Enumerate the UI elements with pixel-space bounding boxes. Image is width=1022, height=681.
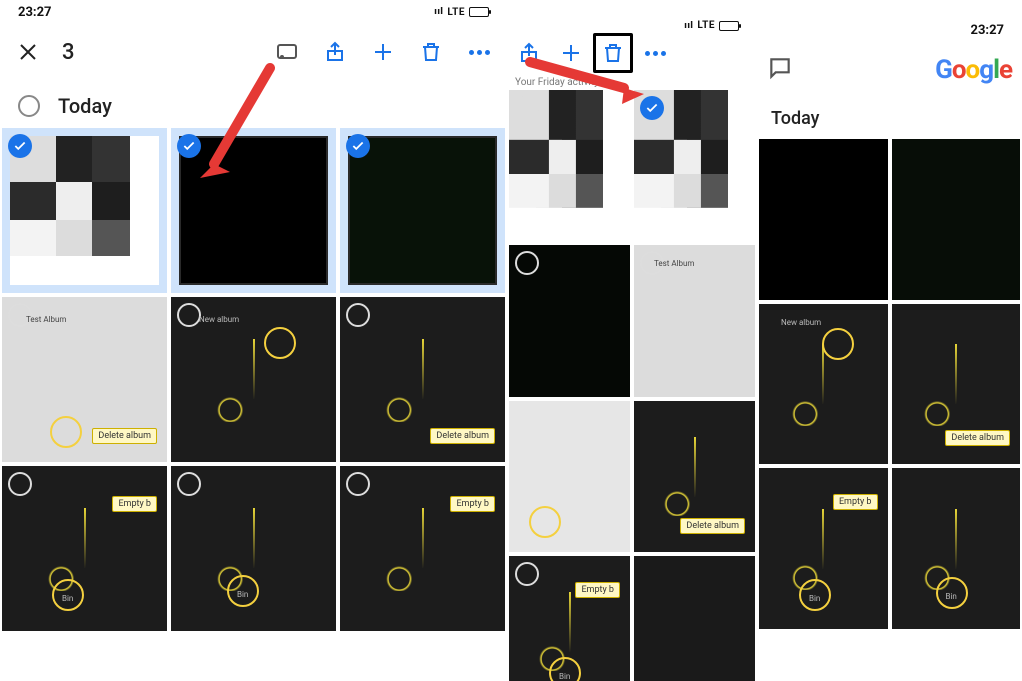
battery-icon [469,7,489,17]
tooltip: Delete album [92,428,157,444]
photo-thumb[interactable] [892,139,1021,300]
photo-thumb[interactable] [509,245,630,396]
photo-thumb[interactable]: Delete album [634,401,755,552]
annotation-arrow [520,32,660,116]
status-time: 23:27 [971,23,1005,38]
check-icon [8,134,32,158]
photo-thumb[interactable]: Empty b Bin [509,556,630,681]
status-bar: . ııl LTE [507,18,757,33]
status-bar: 23:27 ııl LTE [0,0,507,24]
status-right: ııl LTE [684,20,739,31]
photo-grid: Test Album Delete album New album Delete… [0,128,507,631]
photo-thumb[interactable]: Empty b Bin [2,466,167,631]
status-right: ııl LTE [434,7,489,18]
status-time: 23:27 [18,5,52,20]
tooltip: Empty b [450,496,495,512]
selection-count: 3 [62,40,75,65]
photo-thumb[interactable]: Delete album [340,297,505,462]
tooltip: Delete album [680,518,745,534]
photo-thumb[interactable]: Bin [171,466,336,631]
tooltip: Empty b [575,582,620,598]
tooltip: Delete album [430,428,495,444]
photo-grid: New album Delete album Empty b Bin Bin [757,139,1022,629]
battery-icon [719,21,739,31]
photo-thumb[interactable]: Test Album [634,245,755,396]
photo-thumb[interactable]: Test Album Delete album [2,297,167,462]
select-ring-icon [8,472,32,496]
share-icon[interactable] [315,32,355,72]
photo-thumb[interactable] [340,128,505,293]
photo-thumb[interactable] [509,401,630,552]
photo-thumb[interactable]: New album [759,304,888,465]
photo-thumb[interactable]: Empty b Bin [759,468,888,629]
check-icon [346,134,370,158]
select-ring-icon [346,472,370,496]
select-ring-icon [346,303,370,327]
photo-thumb[interactable] [2,128,167,293]
photo-thumb[interactable] [634,556,755,681]
status-bar: . 23:27 [757,18,1022,42]
photo-thumb[interactable] [759,139,888,300]
photo-thumb[interactable]: Delete album [892,304,1021,465]
section-header: Today [757,98,1022,139]
photo-thumb[interactable]: New album [171,297,336,462]
select-ring-icon [515,562,539,586]
top-bar: Google [757,42,1022,98]
select-ring-icon [515,251,539,275]
select-all-radio[interactable] [18,95,40,117]
trash-icon[interactable] [411,32,451,72]
more-icon[interactable] [459,32,499,72]
tooltip: Delete album [945,430,1010,446]
add-icon[interactable] [363,32,403,72]
photo-thumb[interactable]: Empty b [340,466,505,631]
tooltip: Empty b [833,494,878,510]
photo-grid: Test Album Delete album Empty b Bin [507,90,757,681]
select-ring-icon [177,303,201,327]
chat-icon[interactable] [767,55,793,85]
select-ring-icon [177,472,201,496]
google-logo: Google [935,55,1012,85]
phone-screenshot-2: . ııl LTE Your Friday activity Test Albu… [507,18,757,681]
phone-screenshot-3: . 23:27 Google Today New album Delete al… [757,18,1022,681]
close-icon[interactable] [8,32,48,72]
section-label: Today [771,108,820,129]
phone-screenshot-1: 23:27 ııl LTE 3 Today [0,0,507,663]
tooltip: Empty b [112,496,157,512]
section-label: Today [58,94,112,118]
photo-thumb[interactable]: Bin [892,468,1021,629]
annotation-arrow [190,60,290,194]
